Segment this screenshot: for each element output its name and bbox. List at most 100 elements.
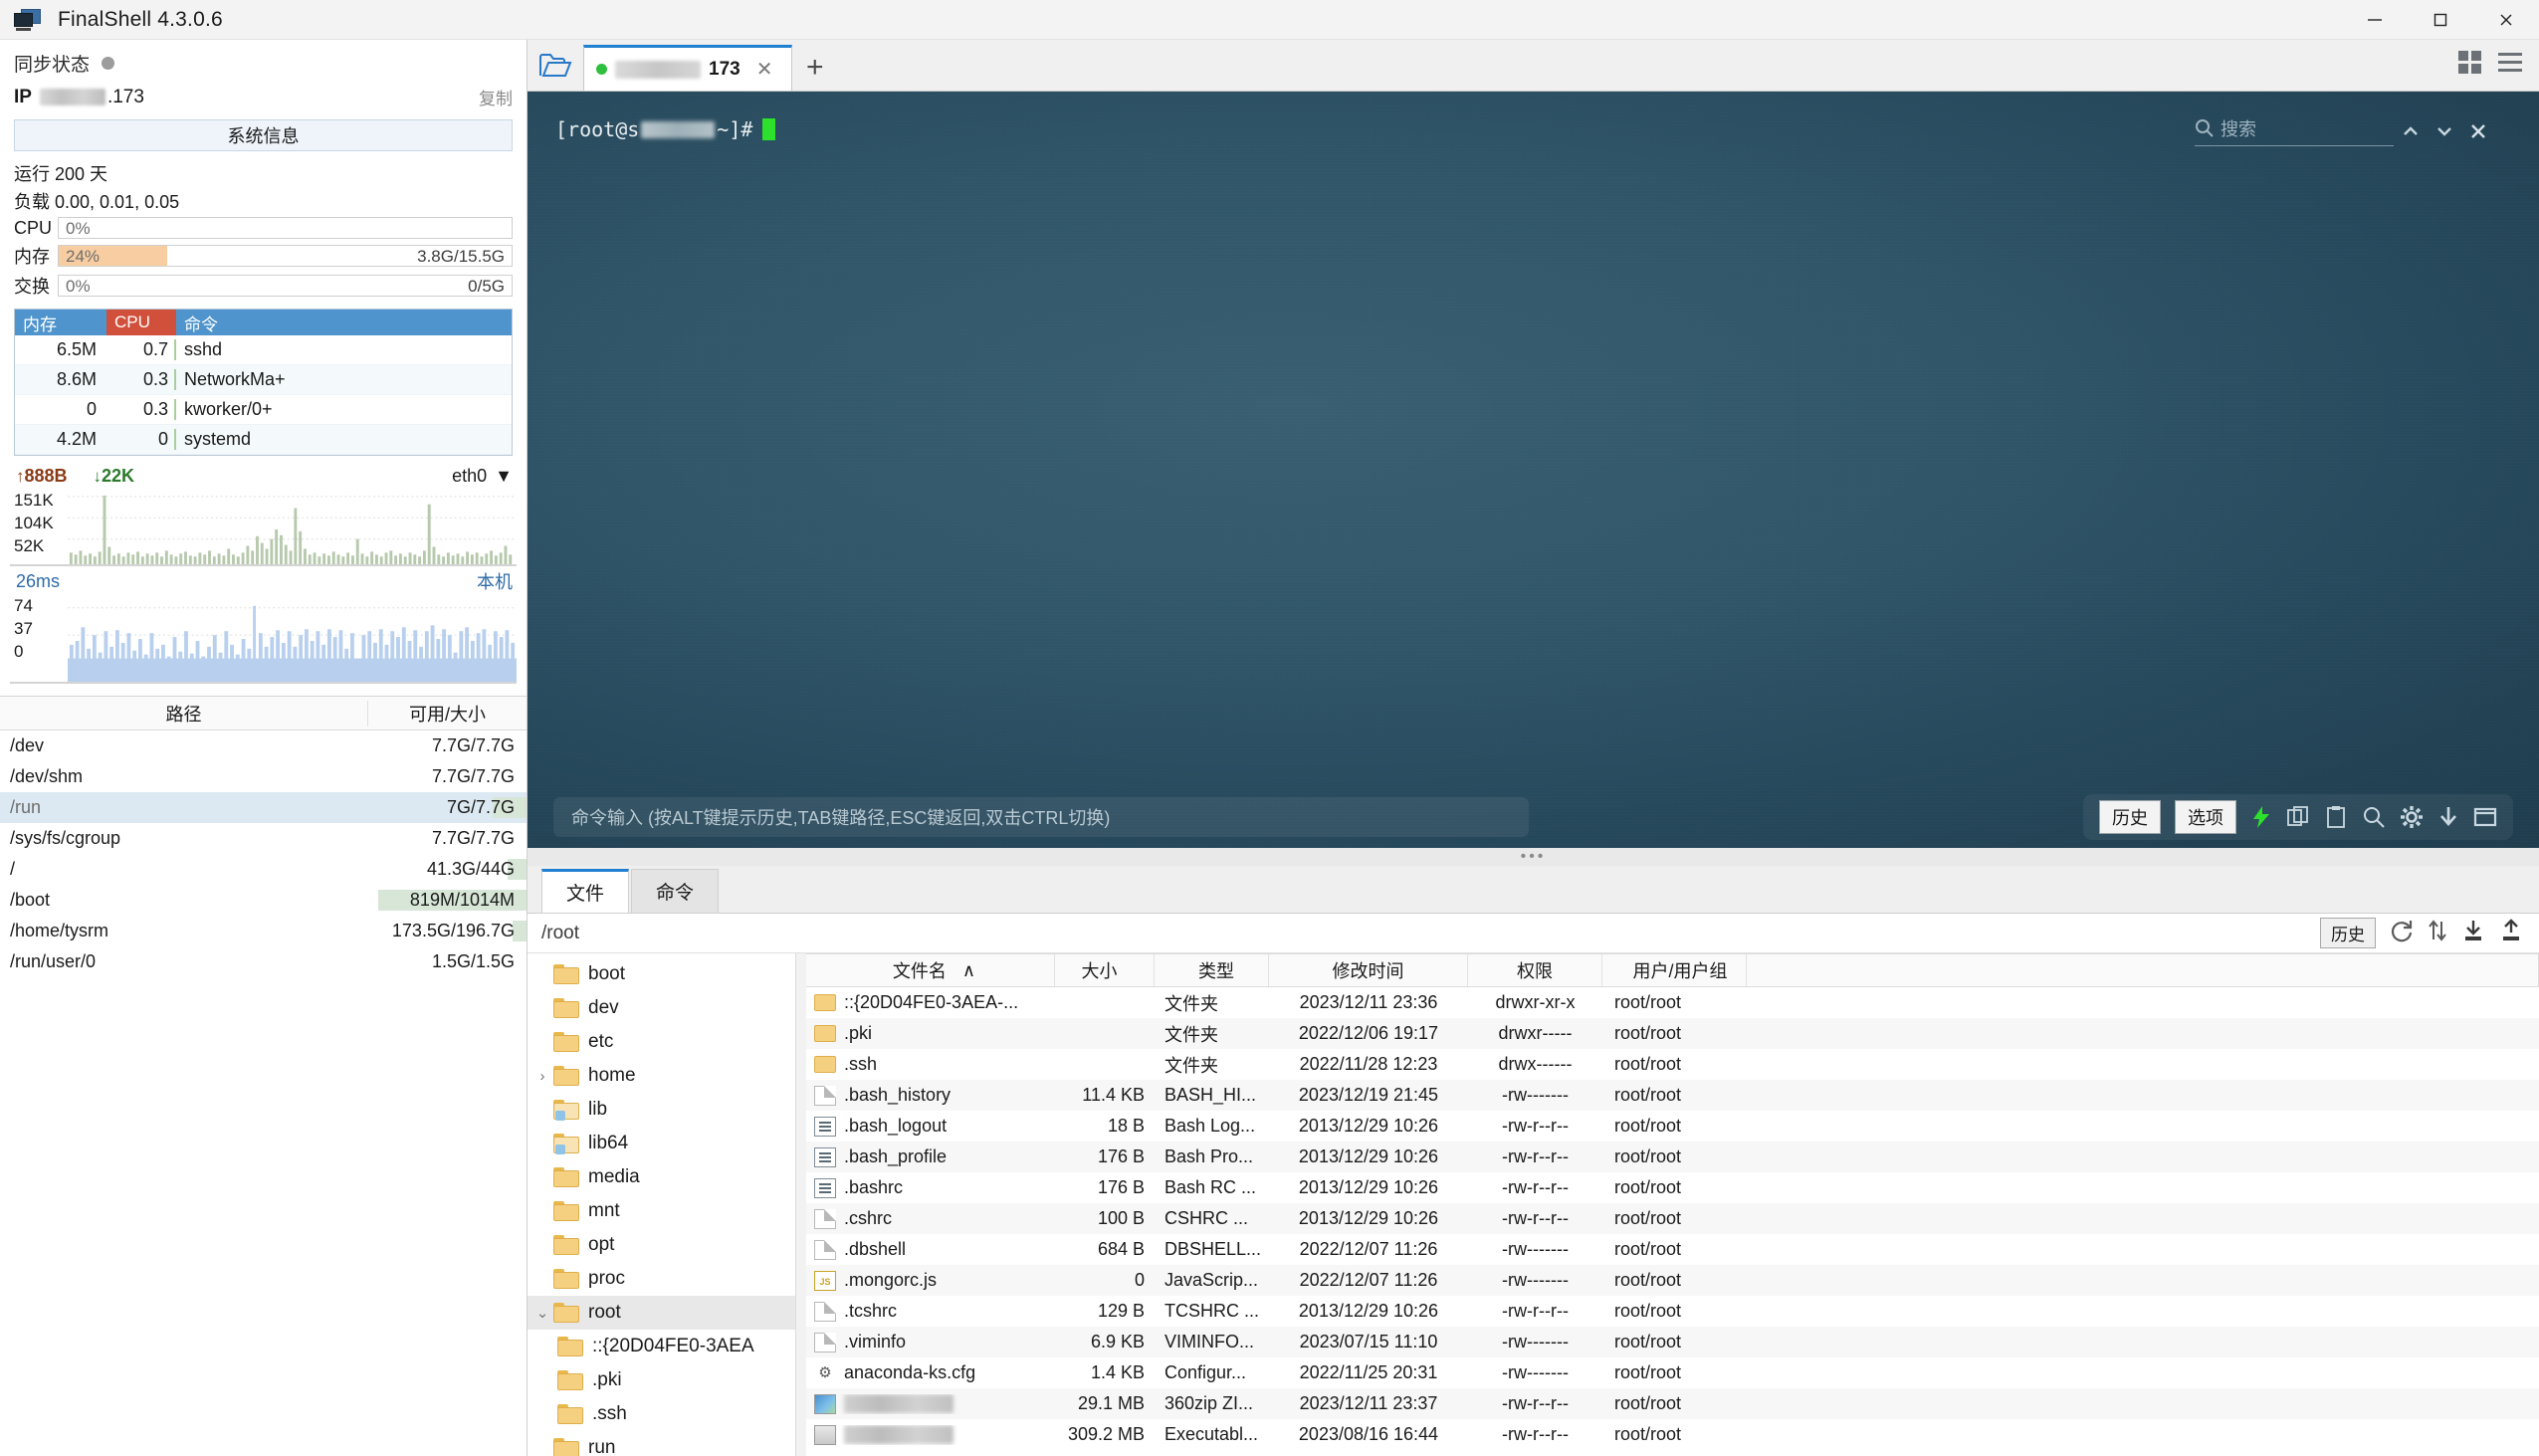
tree-node-etc[interactable]: etc: [528, 1025, 795, 1059]
table-row[interactable]: .bash_history 11.4 KB BASH_HI... 2023/12…: [806, 1080, 2539, 1111]
close-tab-icon[interactable]: ✕: [756, 57, 773, 82]
table-row[interactable]: / 41.3G/44G: [0, 854, 527, 885]
table-row[interactable]: .dbshell 684 B DBSHELL... 2022/12/07 11:…: [806, 1234, 2539, 1265]
copy-ip-button[interactable]: 复制: [479, 85, 513, 109]
tree-node-mnt[interactable]: mnt: [528, 1194, 795, 1228]
tree-node-root[interactable]: ⌄ root: [528, 1296, 795, 1330]
table-row[interactable]: .ssh 文件夹 2022/11/28 12:23 drwx------ roo…: [806, 1049, 2539, 1080]
table-row[interactable]: /dev/shm 7.7G/7.7G: [0, 761, 527, 792]
column-owner[interactable]: 用户/用户组: [1602, 954, 1747, 986]
close-button[interactable]: [2473, 0, 2539, 40]
table-row[interactable]: 8.6M 0.3 NetworkMa+: [15, 365, 512, 395]
search-icon[interactable]: [2362, 805, 2386, 829]
table-row[interactable]: /boot 819M/1014M: [0, 885, 527, 916]
upload-icon[interactable]: [2499, 919, 2523, 947]
table-row[interactable]: /run/user/0 1.5G/1.5G: [0, 946, 527, 977]
search-close-button[interactable]: [2461, 122, 2495, 140]
chevron-right-icon[interactable]: ›: [531, 1068, 553, 1085]
tree-node-boot[interactable]: boot: [528, 957, 795, 991]
file-name-cell: ::{20D04FE0-3AEA-...: [806, 992, 1055, 1013]
system-info-button[interactable]: 系统信息: [14, 119, 513, 151]
terminal-options-button[interactable]: 选项: [2175, 800, 2236, 834]
paste-icon[interactable]: [2324, 805, 2348, 829]
disk-col-path[interactable]: 路径: [0, 701, 367, 727]
tree-node-home[interactable]: › home: [528, 1059, 795, 1093]
folder-icon: [553, 1438, 579, 1456]
tree-node-lib[interactable]: lib: [528, 1093, 795, 1127]
process-col-command[interactable]: 命令: [176, 310, 512, 335]
process-col-cpu[interactable]: CPU: [106, 310, 176, 335]
table-row[interactable]: ::{20D04FE0-3AEA-... 文件夹 2023/12/11 23:3…: [806, 987, 2539, 1018]
tree-node-run[interactable]: run: [528, 1431, 795, 1456]
disk-path: /sys/fs/cgroup: [10, 828, 121, 848]
column-permissions[interactable]: 权限: [1468, 954, 1602, 986]
terminal-history-button[interactable]: 历史: [2099, 800, 2161, 834]
table-row[interactable]: .bash_profile 176 B Bash Pro... 2013/12/…: [806, 1142, 2539, 1172]
search-input[interactable]: 搜索: [2195, 115, 2394, 146]
command-input[interactable]: 命令输入 (按ALT键提示历史,TAB键路径,ESC键返回,双击CTRL切换): [553, 797, 1529, 837]
tree-scrollbar[interactable]: [796, 953, 806, 1456]
terminal-view[interactable]: [root@s ~]# 搜索 命令输入 (按ALT键提示历史,TAB键路径,ES…: [528, 92, 2539, 848]
open-folder-icon[interactable]: [528, 39, 583, 91]
file-type: Bash Log...: [1164, 1116, 1256, 1136]
bolt-icon[interactable]: [2250, 805, 2272, 829]
process-col-memory[interactable]: 内存: [15, 310, 106, 335]
table-row[interactable]: /home/tysrm 173.5G/196.7G: [0, 916, 527, 946]
table-row[interactable]: /dev 7.7G/7.7G: [0, 730, 527, 761]
tab-files[interactable]: 文件: [541, 869, 629, 913]
table-row[interactable]: .bash_logout 18 B Bash Log... 2013/12/29…: [806, 1111, 2539, 1142]
column-filename[interactable]: 文件名 ∧: [806, 954, 1055, 986]
column-type[interactable]: 类型: [1155, 954, 1269, 986]
process-command: systemd: [184, 429, 252, 449]
table-row[interactable]: .bashrc 176 B Bash RC ... 2013/12/29 10:…: [806, 1172, 2539, 1203]
table-row[interactable]: /sys/fs/cgroup 7.7G/7.7G: [0, 823, 527, 854]
tab-commands[interactable]: 命令: [631, 869, 719, 913]
network-interface-dropdown[interactable]: eth0 ▼: [452, 466, 513, 487]
file-permissions: -rw-------: [1502, 1085, 1569, 1105]
column-size[interactable]: 大小: [1055, 954, 1155, 986]
current-path[interactable]: /root: [541, 923, 579, 944]
table-row[interactable]: JS .mongorc.js 0 JavaScrip... 2022/12/07 …: [806, 1265, 2539, 1296]
tree-node-lib64[interactable]: lib64: [528, 1127, 795, 1160]
refresh-icon[interactable]: [2390, 919, 2414, 947]
search-next-button[interactable]: [2428, 124, 2461, 138]
tree-node-opt[interactable]: opt: [528, 1228, 795, 1262]
table-row[interactable]: 29.1 MB 360zip ZI... 2023/12/11 23:37 -r…: [806, 1388, 2539, 1419]
download-icon[interactable]: [2461, 919, 2485, 947]
copy-icon[interactable]: [2286, 805, 2310, 829]
table-row[interactable]: 309.2 MB Executabl... 2023/08/16 16:44 -…: [806, 1419, 2539, 1450]
maximize-button[interactable]: [2408, 0, 2473, 40]
file-history-button[interactable]: 历史: [2320, 918, 2376, 948]
table-row[interactable]: .cshrc 100 B CSHRC ... 2013/12/29 10:26 …: [806, 1203, 2539, 1234]
download-icon[interactable]: [2437, 805, 2459, 829]
table-row[interactable]: /run 7G/7.7G: [0, 792, 527, 823]
terminal-tab[interactable]: 173 ✕: [583, 45, 792, 91]
new-tab-button[interactable]: +: [806, 45, 824, 91]
table-row[interactable]: .viminfo 6.9 KB VIMINFO... 2023/07/15 11…: [806, 1327, 2539, 1357]
tree-node-dev[interactable]: dev: [528, 991, 795, 1025]
tree-node-proc[interactable]: proc: [528, 1262, 795, 1296]
column-mtime[interactable]: 修改时间: [1269, 954, 1468, 986]
maximize-icon[interactable]: [2473, 807, 2497, 827]
gear-icon[interactable]: [2400, 805, 2424, 829]
minimize-button[interactable]: [2342, 0, 2408, 40]
table-row[interactable]: ⚙ anaconda-ks.cfg 1.4 KB Configur... 2022…: [806, 1357, 2539, 1388]
tree-node-media[interactable]: media: [528, 1160, 795, 1194]
tree-node-ssh[interactable]: .ssh: [528, 1397, 795, 1431]
table-row[interactable]: 0 0.3 kworker/0+: [15, 395, 512, 425]
chevron-down-icon[interactable]: ⌄: [531, 1304, 553, 1322]
panel-splitter[interactable]: •••: [528, 848, 2539, 866]
disk-col-size[interactable]: 可用/大小: [367, 700, 527, 727]
table-row[interactable]: 4.2M 0 systemd: [15, 425, 512, 455]
search-prev-button[interactable]: [2394, 124, 2428, 138]
grid-layout-icon[interactable]: [2457, 50, 2483, 81]
list-layout-icon[interactable]: [2497, 50, 2523, 81]
tree-node-guid[interactable]: ::{20D04FE0-3AEA: [528, 1330, 795, 1363]
tree-node-pki[interactable]: .pki: [528, 1363, 795, 1397]
transfer-icon[interactable]: [2428, 919, 2447, 947]
table-row[interactable]: .tcshrc 129 B TCSHRC ... 2013/12/29 10:2…: [806, 1296, 2539, 1327]
table-row[interactable]: .pki 文件夹 2022/12/06 19:17 drwxr----- roo…: [806, 1018, 2539, 1049]
document-icon: [814, 1332, 836, 1352]
table-row[interactable]: 6.5M 0.7 sshd: [15, 335, 512, 365]
memory-percent: 24%: [66, 247, 101, 266]
